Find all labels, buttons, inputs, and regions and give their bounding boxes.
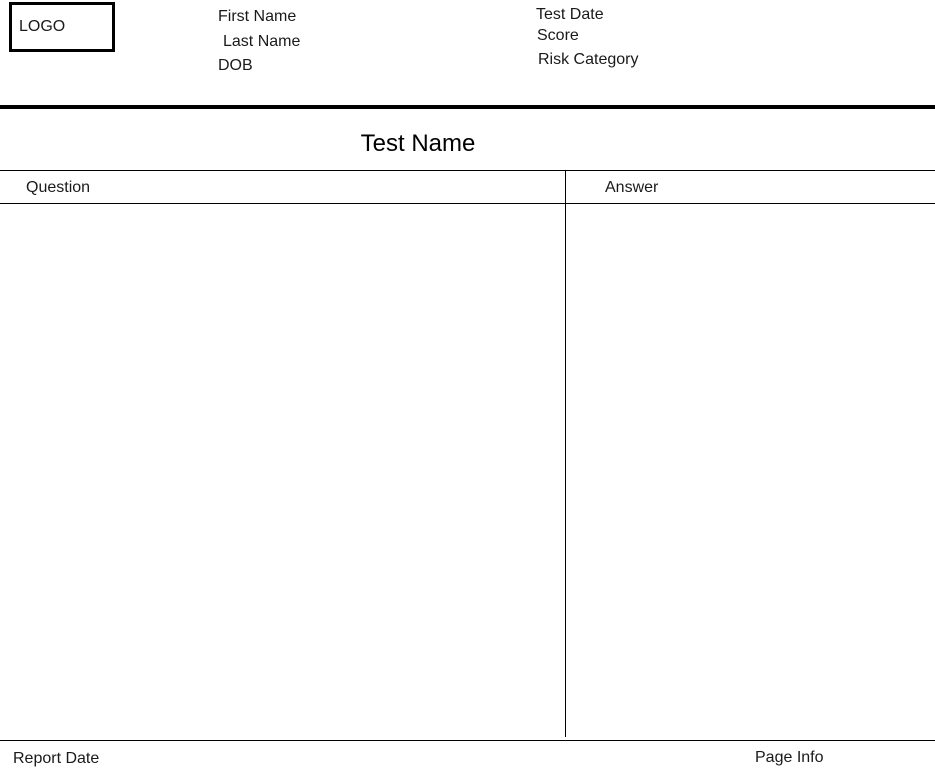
header-divider <box>0 105 935 109</box>
footer-divider <box>0 740 935 741</box>
question-column-body <box>0 204 565 737</box>
report-date-label: Report Date <box>13 750 100 767</box>
answer-column-body <box>566 204 935 737</box>
page-info-label: Page Info <box>755 749 824 766</box>
answer-column-header: Answer <box>605 179 659 196</box>
test-name-title: Test Name <box>360 130 476 157</box>
logo-placeholder: LOGO <box>9 2 115 52</box>
score-label: Score <box>537 27 579 44</box>
table-top-border <box>0 170 935 171</box>
dob-label: DOB <box>218 57 253 74</box>
test-date-label: Test Date <box>536 6 604 23</box>
last-name-label: Last Name <box>223 33 301 50</box>
risk-category-label: Risk Category <box>538 51 639 68</box>
question-column-header: Question <box>26 179 91 196</box>
logo-label: LOGO <box>19 18 66 35</box>
first-name-label: First Name <box>218 8 297 25</box>
